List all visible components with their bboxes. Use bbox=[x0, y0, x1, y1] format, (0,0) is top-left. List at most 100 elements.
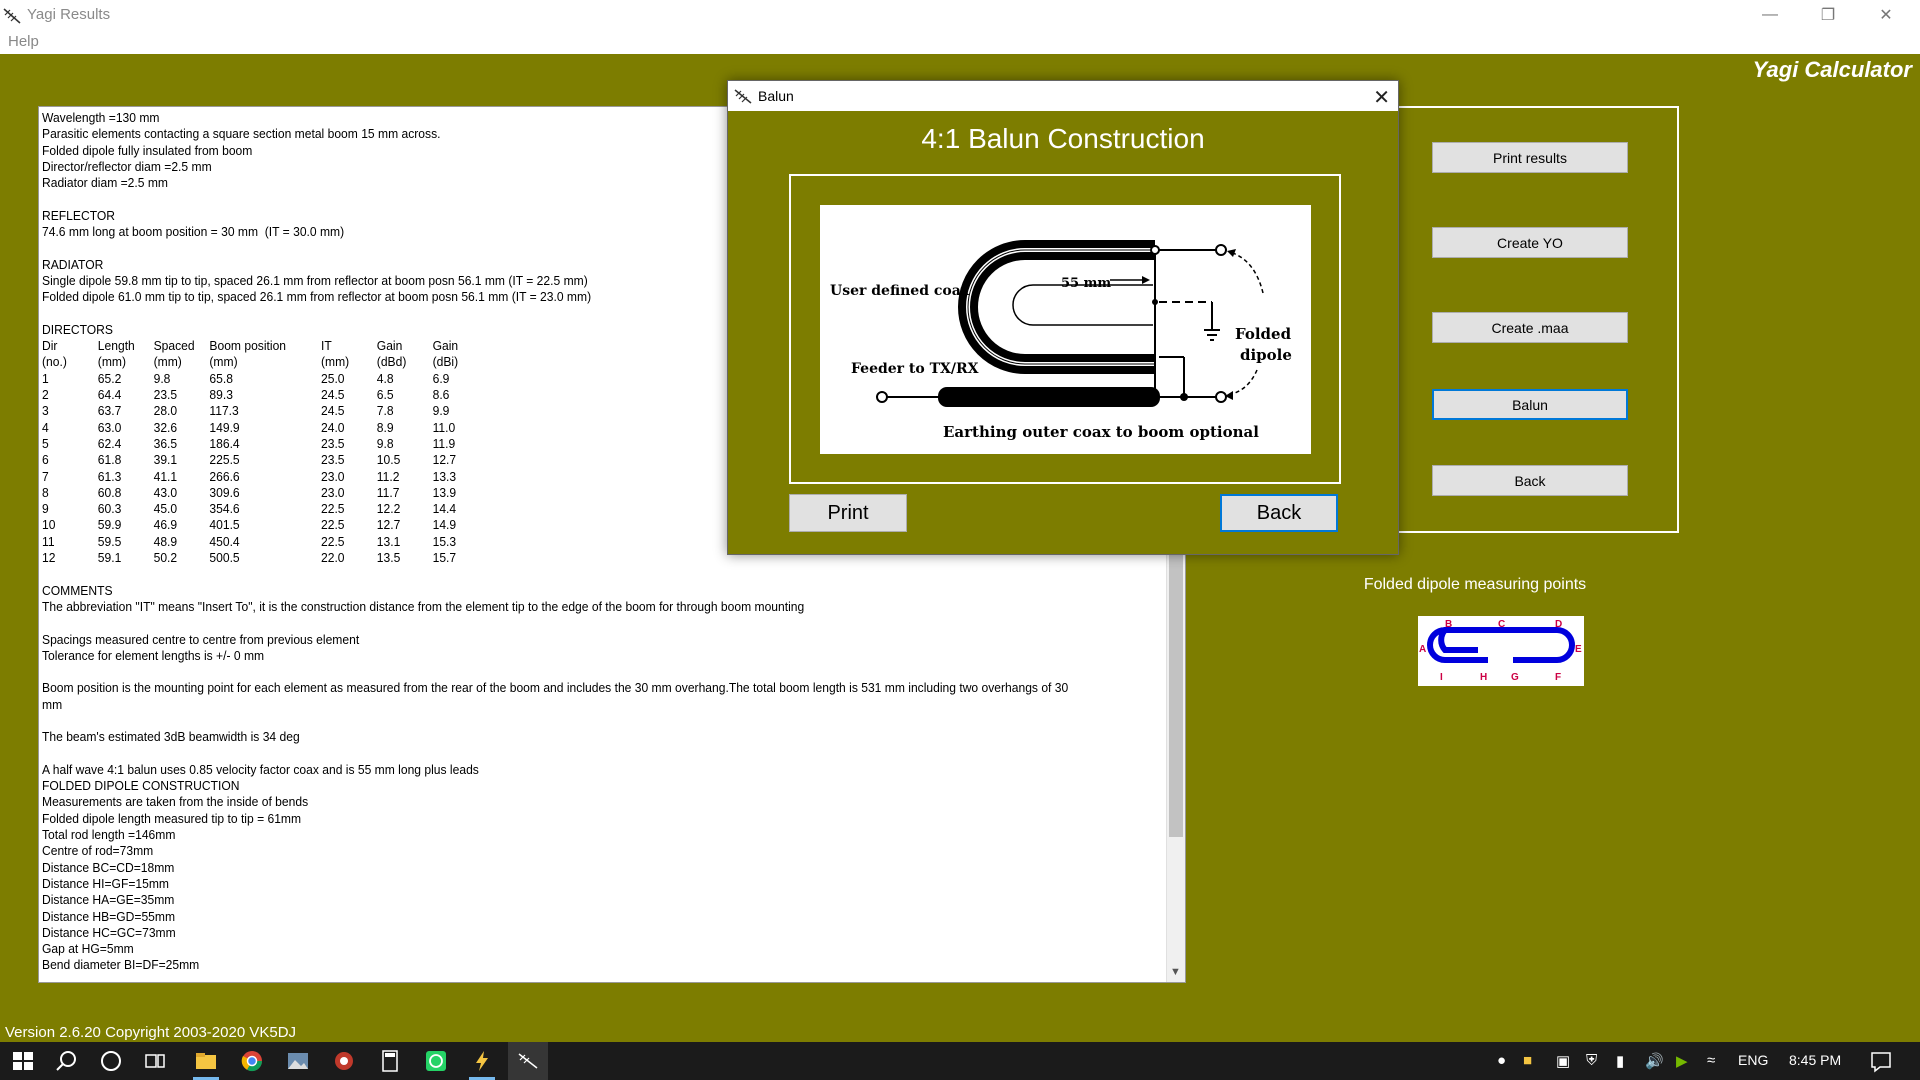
volume-icon[interactable]: 🔊 bbox=[1645, 1052, 1664, 1070]
fd-letter-c: C bbox=[1498, 619, 1505, 630]
menu-help[interactable]: Help bbox=[8, 33, 39, 50]
table-cell: 11 bbox=[42, 533, 55, 549]
close-button[interactable]: ✕ bbox=[1858, 0, 1914, 30]
dialog-print-button[interactable]: Print bbox=[789, 494, 907, 532]
clock[interactable]: 8:45 PM bbox=[1789, 1052, 1841, 1068]
table-cell: 15.3 bbox=[432, 533, 457, 549]
table-cell: 23.0 bbox=[321, 484, 345, 500]
folded-dipole-image: B C D A E I H G F bbox=[1418, 616, 1584, 686]
window-title: Yagi Results bbox=[27, 6, 111, 23]
table-cell: 59.9 bbox=[97, 517, 122, 533]
whatsapp-icon[interactable] bbox=[423, 1048, 449, 1074]
result-line: Distance HB=GD=55mm bbox=[42, 908, 176, 924]
table-cell: 50.2 bbox=[153, 550, 178, 566]
table-cell: 65.8 bbox=[209, 370, 233, 386]
nvidia-icon[interactable]: ▶ bbox=[1676, 1052, 1688, 1070]
table-cell: 25.0 bbox=[321, 370, 345, 386]
table-cell: 149.9 bbox=[209, 419, 240, 435]
table-cell: 10 bbox=[42, 517, 56, 533]
table-cell: 7 bbox=[42, 468, 49, 484]
close-icon: ✕ bbox=[1879, 7, 1893, 24]
result-line: mm bbox=[42, 696, 63, 712]
label-earthing: Earthing outer coax to boom optional bbox=[943, 423, 1259, 441]
table-cell: 8 bbox=[42, 484, 49, 500]
task-view-icon[interactable] bbox=[142, 1048, 168, 1074]
fd-letter-i: I bbox=[1440, 672, 1443, 683]
table-cell: 22.5 bbox=[321, 517, 345, 533]
fd-letter-d: D bbox=[1555, 619, 1562, 630]
table-cell: Dir bbox=[42, 338, 58, 354]
photos-icon[interactable] bbox=[285, 1048, 311, 1074]
table-cell: 62.4 bbox=[97, 435, 122, 451]
chrome-icon[interactable] bbox=[239, 1048, 265, 1074]
file-explorer-icon[interactable] bbox=[193, 1048, 219, 1074]
back-button[interactable]: Back bbox=[1432, 465, 1628, 496]
dialog-heading: 4:1 Balun Construction bbox=[921, 123, 1205, 154]
create-maa-button[interactable]: Create .maa bbox=[1432, 312, 1628, 343]
table-cell: 7.8 bbox=[376, 403, 394, 419]
table-cell: 41.1 bbox=[153, 468, 178, 484]
language-indicator[interactable]: ENG bbox=[1738, 1052, 1768, 1068]
label-55mm: 55 mm bbox=[1061, 276, 1111, 291]
table-cell: 9.8 bbox=[153, 370, 171, 386]
notification-icon[interactable] bbox=[1868, 1048, 1894, 1074]
balun-button[interactable]: Balun bbox=[1432, 389, 1628, 420]
fd-letter-g: G bbox=[1511, 672, 1519, 683]
result-line bbox=[42, 615, 1088, 631]
calculator-icon[interactable] bbox=[377, 1048, 403, 1074]
cortana-icon[interactable] bbox=[98, 1048, 124, 1074]
table-cell: Gain bbox=[432, 338, 459, 354]
table-cell: (mm) bbox=[97, 354, 127, 370]
search-icon[interactable] bbox=[54, 1048, 80, 1074]
result-line: FOLDED DIPOLE CONSTRUCTION bbox=[42, 778, 240, 794]
table-cell: 24.0 bbox=[321, 419, 345, 435]
balun-drawing: User defined coax 55 mm Feeder to TX/RX … bbox=[830, 240, 1292, 441]
table-cell: 9.8 bbox=[376, 435, 394, 451]
result-line bbox=[42, 664, 1088, 680]
result-line: The beam's estimated 3dB beamwidth is 34… bbox=[42, 729, 300, 745]
table-cell: 23.5 bbox=[321, 452, 345, 468]
minimize-icon: — bbox=[1762, 6, 1778, 23]
wifi-icon[interactable]: ≈ bbox=[1707, 1052, 1715, 1069]
print-results-button[interactable]: Print results bbox=[1432, 142, 1628, 173]
battery-icon[interactable]: ▮ bbox=[1616, 1052, 1624, 1070]
table-cell: 11.7 bbox=[376, 484, 400, 500]
table-cell: 65.2 bbox=[97, 370, 122, 386]
table-cell: 1 bbox=[42, 370, 49, 386]
shield-icon[interactable]: ⛨ bbox=[1586, 1052, 1597, 1069]
scrollbar-thumb[interactable] bbox=[1169, 537, 1183, 837]
table-cell: 15.7 bbox=[432, 550, 457, 566]
table-cell: 6 bbox=[42, 452, 49, 468]
table-cell: Gain bbox=[376, 338, 403, 354]
dialog-back-button[interactable]: Back bbox=[1220, 494, 1338, 532]
office-tray-icon[interactable]: ■ bbox=[1523, 1052, 1532, 1069]
lightning-app-icon[interactable] bbox=[469, 1048, 495, 1074]
table-cell: 59.5 bbox=[97, 533, 122, 549]
scroll-down-icon[interactable]: ▼ bbox=[1170, 966, 1181, 978]
table-cell: 43.0 bbox=[153, 484, 178, 500]
windows-start-icon[interactable] bbox=[10, 1048, 36, 1074]
label-feeder: Feeder to TX/RX bbox=[851, 361, 979, 377]
result-line bbox=[42, 746, 1088, 762]
minimize-button[interactable]: — bbox=[1742, 0, 1798, 30]
create-yo-button[interactable]: Create YO bbox=[1432, 227, 1628, 258]
table-cell: 3 bbox=[42, 403, 49, 419]
table-cell: 23.0 bbox=[321, 468, 345, 484]
table-cell: 36.5 bbox=[153, 435, 178, 451]
app-icon[interactable] bbox=[331, 1048, 357, 1074]
table-cell: 9 bbox=[42, 501, 49, 517]
fd-letter-b: B bbox=[1445, 619, 1452, 630]
table-cell: 39.1 bbox=[153, 452, 178, 468]
table-cell: (mm) bbox=[321, 354, 350, 370]
label-folded: Folded bbox=[1235, 325, 1292, 343]
table-cell: 23.5 bbox=[153, 387, 178, 403]
screen-tray-icon[interactable]: ▣ bbox=[1556, 1052, 1570, 1070]
table-cell: 48.9 bbox=[153, 533, 178, 549]
label-dipole: dipole bbox=[1240, 346, 1292, 364]
yagi-antenna-icon bbox=[3, 8, 21, 24]
table-cell: 13.5 bbox=[376, 550, 401, 566]
table-cell: 61.3 bbox=[97, 468, 122, 484]
restore-button[interactable]: ❐ bbox=[1800, 0, 1856, 30]
colorful-tray-icon[interactable]: ● bbox=[1497, 1052, 1506, 1069]
dialog-close-icon[interactable]: ✕ bbox=[1373, 85, 1390, 110]
